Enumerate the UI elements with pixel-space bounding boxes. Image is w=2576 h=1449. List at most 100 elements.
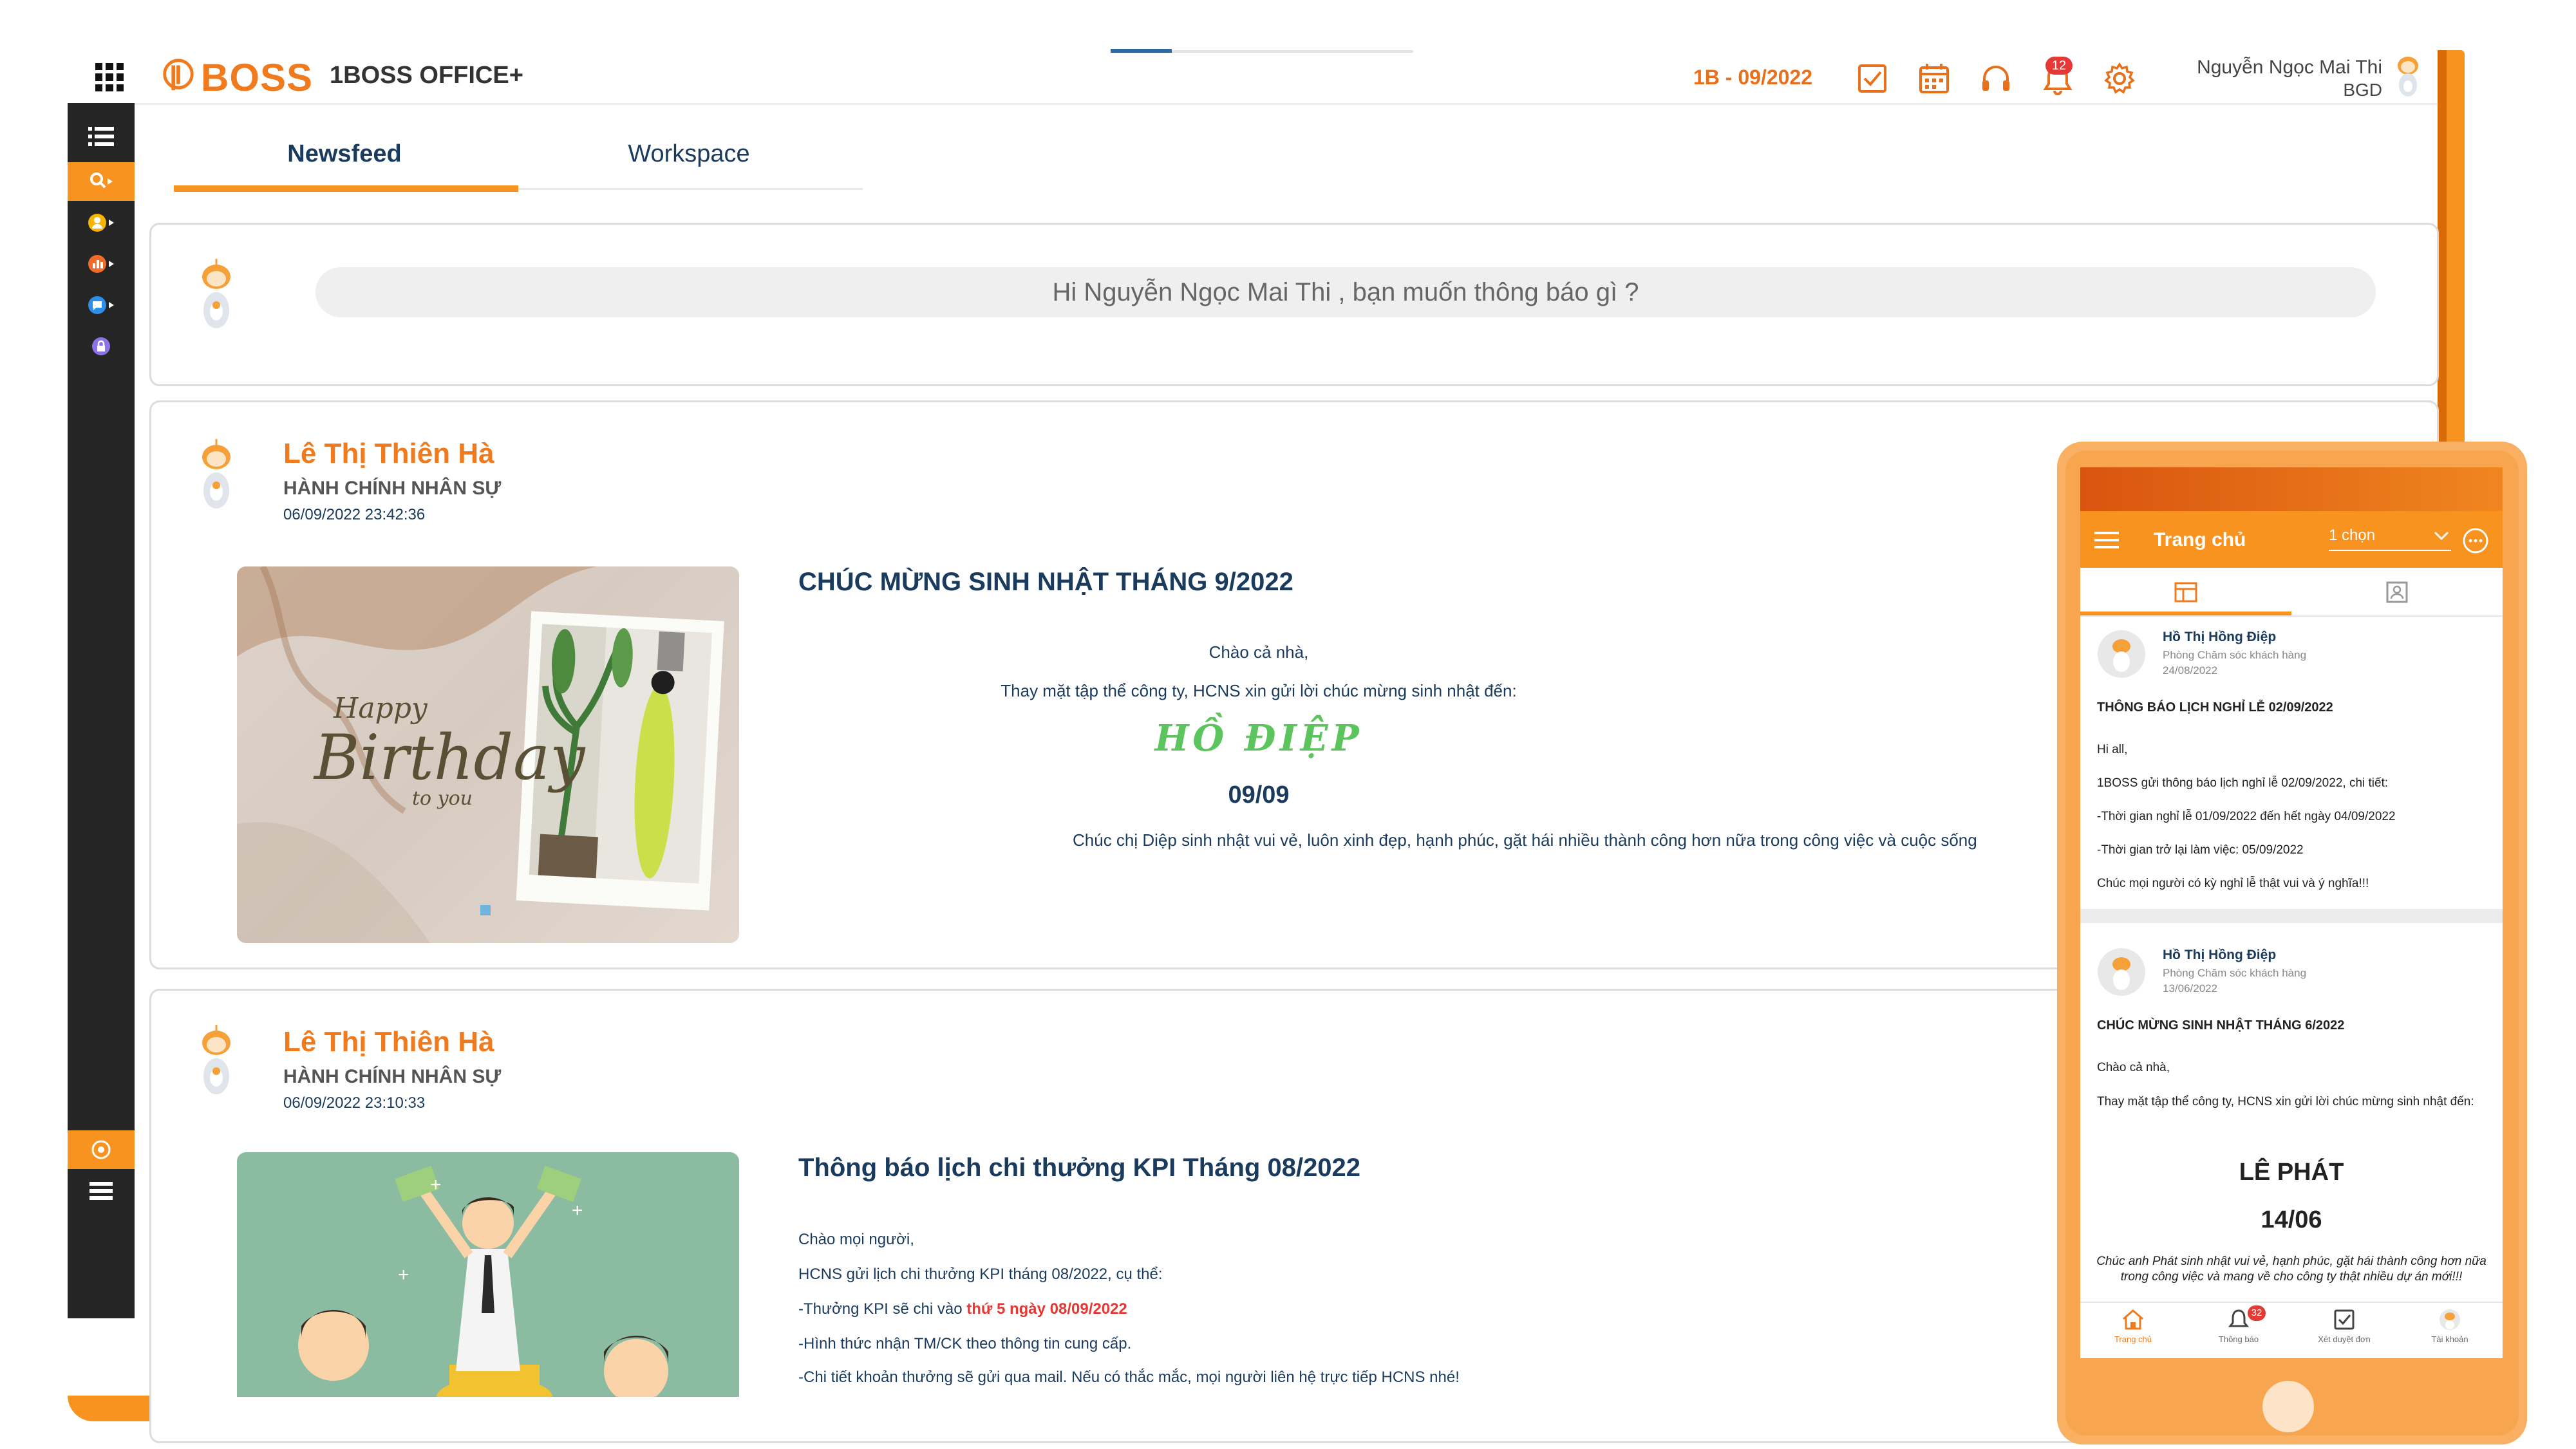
mobile-birthday-name: LÊ PHÁT [2239,1159,2344,1186]
author-avatar [202,1025,230,1094]
kpi-bonus-illustration: + + + [298,1165,668,1397]
user-role: BGD [2343,80,2382,100]
birthday-date: 09/09 [1228,781,1290,809]
app-title: 1BOSS OFFICE+ [330,62,523,89]
chart-icon [88,255,114,273]
tab-newsfeed[interactable]: Newsfeed [174,140,515,168]
mobile-nav-label: Tài khoản [2431,1334,2468,1344]
post-timestamp: 06/09/2022 23:10:33 [283,1094,426,1112]
tasks-check-icon[interactable] [1854,61,1890,97]
profile-card-tab-icon[interactable] [2385,581,2409,604]
mobile-status-bar [2080,467,2503,511]
mobile-birthday-date: 14/06 [2261,1206,2322,1233]
loading-progress-fill [1111,49,1172,53]
tab-workspace[interactable]: Workspace [518,140,860,168]
mobile-post-line: Hi all, [2097,743,2128,756]
sidebar-item-users[interactable] [68,203,135,242]
sidebar-item-search[interactable] [68,162,135,201]
happy-text: Happy [333,692,428,725]
post-department: HÀNH CHÍNH NHÂN SỰ [283,478,502,499]
mobile-active-tab-indicator [2080,612,2291,615]
svg-text:+: + [430,1174,442,1195]
apps-grid-icon[interactable] [95,63,124,91]
composer-avatar [202,259,230,328]
mobile-nav-approvals[interactable]: Xét duyệt đơn [2291,1304,2397,1358]
user-group-icon [88,214,114,232]
kpi-line-prefix: -Thưởng KPI sẽ chi vào [798,1300,967,1318]
mobile-post-line: Chúc mọi người có kỳ nghỉ lễ thật vui và… [2097,877,2369,890]
home-icon [2123,1309,2143,1330]
search-icon [90,173,113,189]
mobile-post-title: CHÚC MỪNG SINH NHẬT THÁNG 6/2022 [2097,1018,2345,1033]
mobile-post-intro: Thay mặt tập thể công ty, HCNS xin gửi l… [2097,1095,2474,1108]
kpi-payment-date: thứ 5 ngày 08/09/2022 [966,1300,1127,1318]
gear-icon[interactable] [2101,61,2138,97]
period-selector[interactable]: 1B - 09/2022 [1693,66,1812,89]
message-icon [88,296,114,314]
post-line: HCNS gửi lịch chi thưởng KPI tháng 08/20… [798,1266,1163,1283]
mobile-post-line: -Thời gian trở lại làm việc: 05/09/2022 [2097,843,2304,857]
to-you-text: to you [412,787,473,810]
lock-icon [92,337,110,355]
mobile-post-line: -Thời gian nghỉ lễ 01/09/2022 đến hết ng… [2097,810,2396,823]
settings-circle-icon [91,1140,111,1159]
mobile-menu-icon[interactable] [2094,530,2119,550]
mobile-filter[interactable]: 1 chọn [2329,527,2375,545]
mobile-post-department: Phòng Chăm sóc khách hàng [2163,967,2307,979]
account-avatar-icon [2440,1309,2460,1330]
post-composer-input[interactable]: Hi Nguyễn Ngọc Mai Thi , bạn muốn thông … [315,267,2376,317]
notification-badge: 12 [2045,57,2073,75]
calendar-icon[interactable] [1916,61,1952,97]
user-avatar[interactable] [2390,54,2426,103]
mobile-title: Trang chủ [2154,529,2246,550]
post-author[interactable]: Lê Thị Thiên Hà [283,1026,494,1058]
mobile-post-department: Phòng Chăm sóc khách hàng [2163,649,2307,661]
svg-text:+: + [572,1200,583,1221]
approval-check-icon [2334,1309,2355,1330]
mobile-post-divider [2080,909,2503,923]
post-timestamp: 06/09/2022 23:42:36 [283,506,426,523]
boss-logo-icon [163,59,194,91]
newsfeed-tab-icon[interactable] [2174,582,2197,603]
kpi-bonus-image[interactable]: + + + [237,1152,739,1397]
birthday-wish: Chúc chị Diệp sinh nhật vui vẻ, luôn xin… [1073,830,1977,850]
list-icon [88,127,114,146]
sidebar-item-settings[interactable] [68,1130,135,1169]
sidebar-item-lock[interactable] [68,327,135,366]
sidebar-item-chart[interactable] [68,245,135,283]
mobile-screen: Trang chủ 1 chọn Hồ Thị Hồng Điệp Phòng … [2080,467,2503,1358]
sidebar-item-list[interactable] [68,117,135,156]
headset-icon[interactable] [1978,61,2014,97]
mobile-nav-account[interactable]: Tài khoản [2397,1304,2503,1358]
chevron-down-icon[interactable] [2433,529,2450,542]
post-line: -Chi tiết khoản thưởng sẽ gửi qua mail. … [798,1369,1460,1386]
active-tab-indicator [174,185,518,192]
mobile-nav-notifications[interactable]: Thông báo [2186,1304,2291,1358]
mobile-nav-label: Xét duyệt đơn [2318,1334,2371,1344]
mobile-birthday-wish: Chúc anh Phát sinh nhật vui vẻ, hạnh phú… [2096,1255,2487,1284]
mobile-post-title: THÔNG BÁO LỊCH NGHỈ LỄ 02/09/2022 [2097,700,2333,715]
birthday-image[interactable]: Happy Birthday to you [237,566,739,943]
sidebar-item-menu[interactable] [68,1172,135,1210]
sidebar-item-messages[interactable] [68,286,135,324]
chat-bubble-icon[interactable] [2461,527,2490,555]
mobile-post-author[interactable]: Hồ Thị Hồng Điệp [2163,630,2276,645]
birthday-text: Birthday [313,722,586,794]
mobile-nav-label: Thông báo [2218,1334,2259,1344]
mobile-tabs [2080,568,2503,617]
post-line: -Hình thức nhận TM/CK theo thông tin cun… [798,1335,1132,1352]
mobile-home-button[interactable] [2262,1381,2314,1432]
author-avatar [202,439,230,509]
post-greeting: Chào cả nhà, [1208,642,1309,662]
post-intro: Thay mặt tập thể công ty, HCNS xin gửi l… [1001,681,1517,700]
mobile-post-line: 1BOSS gửi thông báo lịch nghỉ lễ 02/09/2… [2097,776,2389,790]
mobile-author-avatar [2098,630,2145,678]
mobile-filter-underline [2329,550,2451,551]
mobile-post-greeting: Chào cả nhà, [2097,1061,2170,1074]
birthday-illustration: Happy Birthday to you [237,566,724,943]
post-author[interactable]: Lê Thị Thiên Hà [283,438,494,470]
svg-text:+: + [398,1264,409,1285]
mobile-author-avatar [2098,948,2145,996]
mobile-post-author[interactable]: Hồ Thị Hồng Điệp [2163,948,2276,963]
mobile-nav-home[interactable]: Trang chủ [2080,1304,2186,1358]
